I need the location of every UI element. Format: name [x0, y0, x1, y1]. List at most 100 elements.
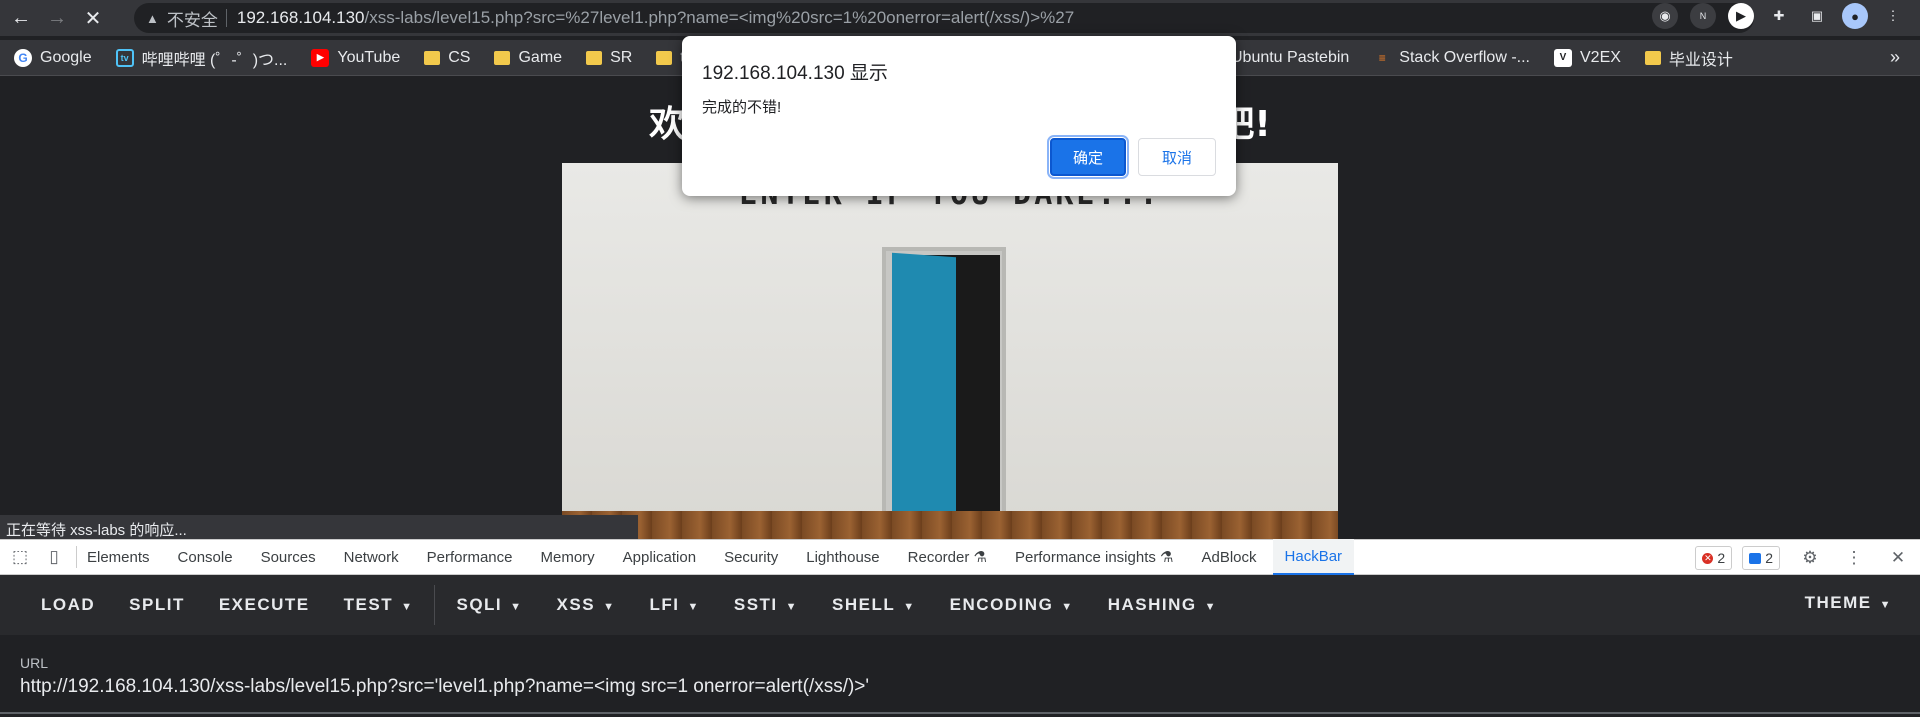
menu-label: TEST	[343, 595, 394, 614]
caret-down-icon: ▼	[401, 601, 414, 613]
extension-play-icon[interactable]: ▶	[1728, 3, 1754, 29]
menu-label: SPLIT	[129, 595, 185, 614]
tab-sources[interactable]: Sources	[261, 539, 316, 575]
message-icon	[1749, 552, 1762, 564]
bookmark-label: YouTube	[337, 48, 401, 66]
bookmark-folder-sr[interactable]: SR	[586, 49, 632, 67]
message-count-badge[interactable]: 2	[1742, 546, 1780, 570]
caret-down-icon: ▼	[687, 601, 700, 613]
shell-dropdown[interactable]: SHELL ▼	[815, 595, 933, 615]
tab-application[interactable]: Application	[623, 539, 696, 575]
ok-button[interactable]: 确定	[1047, 135, 1129, 179]
bookmark-folder-game[interactable]: Game	[494, 49, 562, 67]
google-icon: G	[14, 48, 32, 67]
tab-hackbar[interactable]: HackBar	[1272, 539, 1355, 575]
bookmark-label: V2EX	[1580, 48, 1621, 66]
url-host: 192.168.104.130	[236, 8, 365, 27]
tab-console[interactable]: Console	[178, 539, 233, 575]
url-field[interactable]: http://192.168.104.130/xss-labs/level15.…	[20, 676, 869, 698]
devtools-actions: ✕ 2 2 ⚙ ⋮ ✕	[1695, 544, 1912, 572]
tab-performance-insights[interactable]: Performance insights ⚗	[1015, 539, 1174, 575]
folder-icon	[494, 50, 511, 65]
ssti-dropdown[interactable]: SSTI ▼	[717, 595, 815, 615]
url-field-label: URL	[20, 655, 49, 671]
caret-down-icon: ▼	[603, 601, 616, 613]
tab-lighthouse[interactable]: Lighthouse	[806, 539, 879, 575]
execute-button[interactable]: EXECUTE	[202, 595, 327, 615]
menu-label: LFI	[649, 595, 680, 614]
error-count-badge[interactable]: ✕ 2	[1695, 546, 1733, 570]
load-button[interactable]: LOAD	[24, 595, 112, 615]
close-icon[interactable]: ✕	[1884, 544, 1912, 572]
tab-performance[interactable]: Performance	[427, 539, 513, 575]
bookmark-folder-cs[interactable]: CS	[424, 49, 470, 67]
kebab-menu-icon[interactable]: ⋮	[1840, 544, 1868, 572]
menu-label: HASHING	[1107, 595, 1197, 614]
extensions-puzzle-icon[interactable]: ✚	[1766, 3, 1792, 29]
stop-loading-icon[interactable]: ✕	[78, 3, 108, 33]
menu-label: THEME	[1804, 593, 1872, 612]
bookmark-label: Google	[40, 48, 92, 66]
wooden-floor	[562, 511, 1338, 539]
xss-dropdown[interactable]: XSS ▼	[540, 595, 633, 615]
bookmark-bilibili[interactable]: tv 哔哩哔哩 (゜-゜)つ...	[115, 46, 287, 70]
tab-recorder[interactable]: Recorder ⚗	[908, 539, 987, 575]
tab-adblock[interactable]: AdBlock	[1201, 539, 1256, 575]
encoding-dropdown[interactable]: ENCODING ▼	[933, 595, 1091, 615]
dialog-title: 192.168.104.130 显示	[702, 63, 888, 84]
gear-icon[interactable]: ⚙	[1796, 544, 1824, 572]
insecure-label: 不安全	[166, 10, 218, 30]
browser-toolbar: ← → ✕ ▲ 不安全 192.168.104.130 /xss-labs/le…	[0, 0, 1920, 36]
test-dropdown[interactable]: TEST ▼	[327, 595, 431, 615]
bookmarks-overflow-icon[interactable]: »	[1890, 47, 1900, 68]
cancel-button[interactable]: 取消	[1138, 138, 1216, 176]
bookmark-folder-graduation[interactable]: 毕业设计	[1644, 46, 1733, 70]
bookmark-google[interactable]: G Google	[14, 48, 92, 67]
v2ex-icon: V	[1554, 48, 1572, 67]
menu-label: EXECUTE	[218, 595, 310, 614]
caret-down-icon: ▼	[785, 601, 799, 613]
tab-memory[interactable]: Memory	[541, 539, 595, 575]
inspect-element-icon[interactable]: ⬚	[6, 543, 34, 571]
hackbar-menu: LOAD SPLIT EXECUTE TEST ▼ SQLI ▼ XSS ▼ LFI ▼…	[0, 575, 1920, 635]
tab-elements[interactable]: Elements	[87, 539, 150, 575]
sqli-dropdown[interactable]: SQLI ▼	[439, 595, 539, 615]
folder-icon	[424, 50, 441, 65]
menu-label: SQLI	[456, 595, 503, 614]
alert-dialog: 192.168.104.130 显示 完成的不错! 确定 取消	[682, 36, 1236, 196]
bookmark-youtube[interactable]: ▶ YouTube	[311, 48, 401, 67]
device-toolbar-icon[interactable]: ▯	[40, 543, 68, 571]
youtube-icon: ▶	[311, 48, 330, 67]
extensions-area: ◉ N ▶ ✚ ▣ ● ⋮	[1652, 3, 1906, 29]
extension-new-icon[interactable]: N	[1690, 3, 1716, 29]
split-button[interactable]: SPLIT	[112, 595, 202, 615]
back-arrow-icon[interactable]: ←	[6, 3, 36, 33]
side-panel-icon[interactable]: ▣	[1804, 3, 1830, 29]
forward-arrow-icon[interactable]: →	[42, 3, 72, 33]
door-image: ENTER IF YOU DARE...	[562, 163, 1338, 539]
folder-icon	[586, 50, 603, 65]
bookmark-v2ex[interactable]: V V2EX	[1554, 48, 1621, 67]
bookmark-stack-overflow[interactable]: ≡ Stack Overflow -...	[1373, 49, 1530, 67]
tab-network[interactable]: Network	[344, 539, 399, 575]
status-bubble: 正在等待 xss-labs 的响应...	[0, 515, 638, 540]
menu-divider	[434, 585, 436, 625]
profile-avatar-icon[interactable]: ●	[1842, 3, 1868, 29]
tabbar-divider	[76, 546, 77, 568]
door-leaf	[892, 252, 956, 539]
tab-security[interactable]: Security	[724, 539, 778, 575]
hashing-dropdown[interactable]: HASHING ▼	[1091, 595, 1234, 615]
menu-label: SSTI	[733, 595, 778, 614]
bookmark-label: Stack Overflow -...	[1399, 48, 1530, 66]
url-field-underline	[0, 712, 1920, 714]
extension-owl-icon[interactable]: ◉	[1652, 3, 1678, 29]
dialog-message: 完成的不错!	[702, 99, 782, 116]
caret-down-icon: ▼	[1204, 601, 1217, 613]
lfi-dropdown[interactable]: LFI ▼	[632, 595, 716, 615]
caret-down-icon: ▼	[1879, 599, 1892, 611]
address-bar[interactable]: ▲ 不安全 192.168.104.130 /xss-labs/level15.…	[134, 3, 1754, 33]
chrome-menu-icon[interactable]: ⋮	[1880, 3, 1906, 29]
warning-triangle-icon: ▲	[146, 10, 159, 26]
caret-down-icon: ▼	[1061, 601, 1074, 613]
theme-dropdown[interactable]: THEME ▼	[1805, 593, 1892, 613]
